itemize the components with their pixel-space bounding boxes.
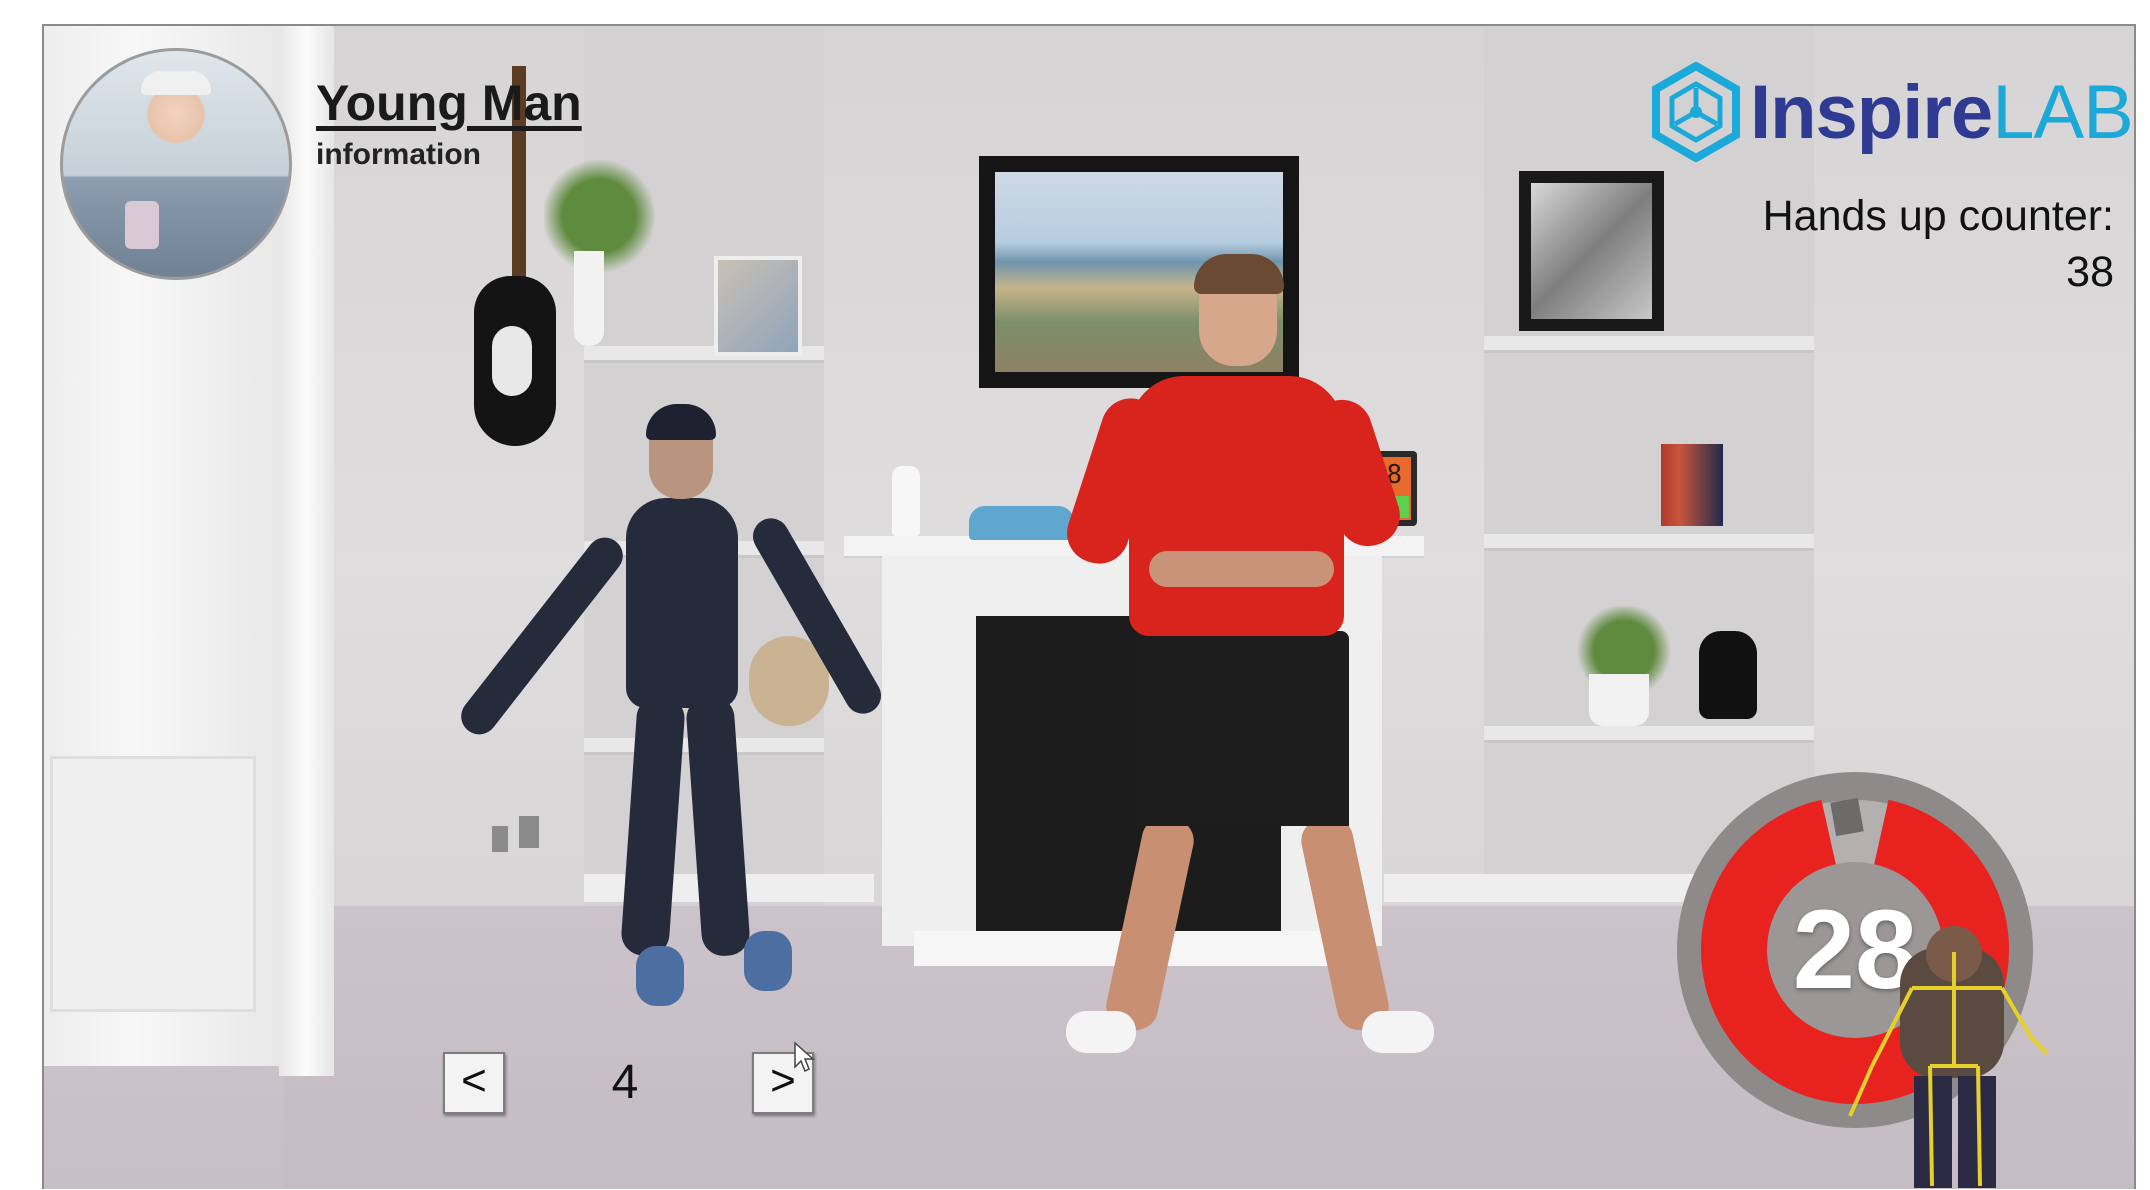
photo-frame: [1519, 171, 1664, 331]
water-bottle: [892, 466, 920, 536]
avatar-3d-foot-right: [744, 931, 792, 991]
right-shelf-1: [1484, 336, 1814, 353]
trainer-shirt: [1129, 376, 1344, 636]
hands-up-counter-label: Hands up counter:: [1762, 192, 2114, 240]
mouse-cursor-icon: [794, 1041, 815, 1073]
right-shelf-3: [1484, 726, 1814, 743]
profile-avatar-hair: [141, 71, 211, 95]
pot-right: [1589, 674, 1649, 726]
vase-left: [574, 251, 604, 346]
trainer-shoe-right: [1362, 1011, 1434, 1053]
brand-name-light: LAB: [1992, 69, 2134, 155]
trainer-forearms: [1149, 551, 1334, 587]
avatar-3d-foot-left: [636, 946, 684, 1006]
brand-name-bold: Inspire: [1750, 69, 1993, 155]
dark-vase: [1699, 631, 1757, 719]
small-photo: [714, 256, 802, 356]
trainer-shorts: [1134, 631, 1349, 826]
timer-ring-marker-icon: [1830, 797, 1864, 837]
brand-wordmark: InspireLAB: [1750, 69, 2134, 156]
hands-up-counter-value: 38: [2066, 248, 2114, 296]
page-index: 4: [611, 1056, 639, 1109]
right-shelf-2: [1484, 534, 1814, 551]
guitar-pickguard: [492, 326, 532, 396]
book: [1661, 444, 1723, 526]
hexagon-logo-icon: [1652, 62, 1740, 162]
avatar-3d-body: [626, 498, 738, 708]
previous-button[interactable]: <: [443, 1052, 505, 1114]
towel: [969, 506, 1074, 540]
profile-name: Young Man: [316, 75, 582, 131]
trainer-shoe-left: [1066, 1011, 1136, 1053]
door-panel: [50, 756, 256, 1012]
trainer-hair: [1194, 254, 1284, 294]
profile-subtitle: information: [316, 138, 481, 171]
brand-logo: InspireLAB: [1650, 62, 2134, 162]
profile-avatar-mug: [125, 201, 159, 249]
pose-skeleton-preview: [1848, 926, 2049, 1188]
wall-outlet-double: [519, 816, 539, 848]
wall-outlet: [492, 826, 508, 852]
profile-avatar: [60, 48, 292, 280]
